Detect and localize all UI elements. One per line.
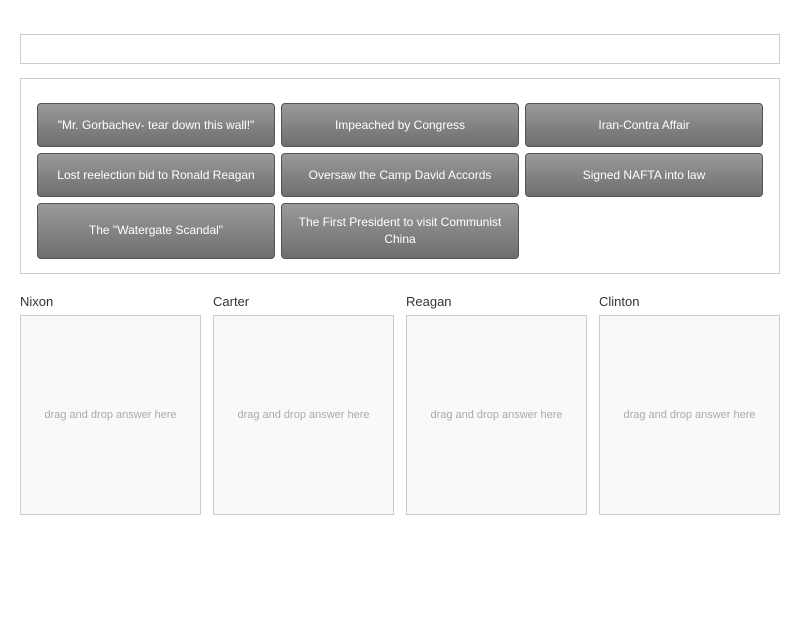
prompt-box xyxy=(20,34,780,64)
drag-item-item2[interactable]: Impeached by Congress xyxy=(281,103,519,147)
drop-zone-label-carter: Carter xyxy=(213,294,394,309)
drop-zone-wrapper-nixon: Nixon drag and drop answer here xyxy=(20,294,201,515)
drag-item-item6[interactable]: Signed NAFTA into law xyxy=(525,153,763,197)
drop-zone-wrapper-reagan: Reagan drag and drop answer here xyxy=(406,294,587,515)
drag-item-item3[interactable]: Iran-Contra Affair xyxy=(525,103,763,147)
drag-item-item5[interactable]: Oversaw the Camp David Accords xyxy=(281,153,519,197)
drag-item-item4[interactable]: Lost reelection bid to Ronald Reagan xyxy=(37,153,275,197)
drop-zone-hint-nixon: drag and drop answer here xyxy=(44,409,176,421)
drop-zone-wrapper-clinton: Clinton drag and drop answer here xyxy=(599,294,780,515)
items-grid: "Mr. Gorbachev- tear down this wall!"Imp… xyxy=(37,103,763,259)
drag-item-item7[interactable]: The "Watergate Scandal" xyxy=(37,203,275,259)
drag-item-item8[interactable]: The First President to visit Communist C… xyxy=(281,203,519,259)
drop-zone-label-clinton: Clinton xyxy=(599,294,780,309)
drop-zone-hint-reagan: drag and drop answer here xyxy=(430,409,562,421)
drop-zone-nixon[interactable]: drag and drop answer here xyxy=(20,315,201,515)
drop-zone-wrapper-carter: Carter drag and drop answer here xyxy=(213,294,394,515)
drop-zone-label-nixon: Nixon xyxy=(20,294,201,309)
drop-zone-clinton[interactable]: drag and drop answer here xyxy=(599,315,780,515)
item-bank-container: "Mr. Gorbachev- tear down this wall!"Imp… xyxy=(20,78,780,274)
drag-item-item1[interactable]: "Mr. Gorbachev- tear down this wall!" xyxy=(37,103,275,147)
drop-zones: Nixon drag and drop answer here Carter drag… xyxy=(20,294,780,515)
drop-zone-label-reagan: Reagan xyxy=(406,294,587,309)
drop-zone-reagan[interactable]: drag and drop answer here xyxy=(406,315,587,515)
drop-zone-hint-carter: drag and drop answer here xyxy=(237,409,369,421)
drop-zone-hint-clinton: drag and drop answer here xyxy=(623,409,755,421)
drop-zone-carter[interactable]: drag and drop answer here xyxy=(213,315,394,515)
